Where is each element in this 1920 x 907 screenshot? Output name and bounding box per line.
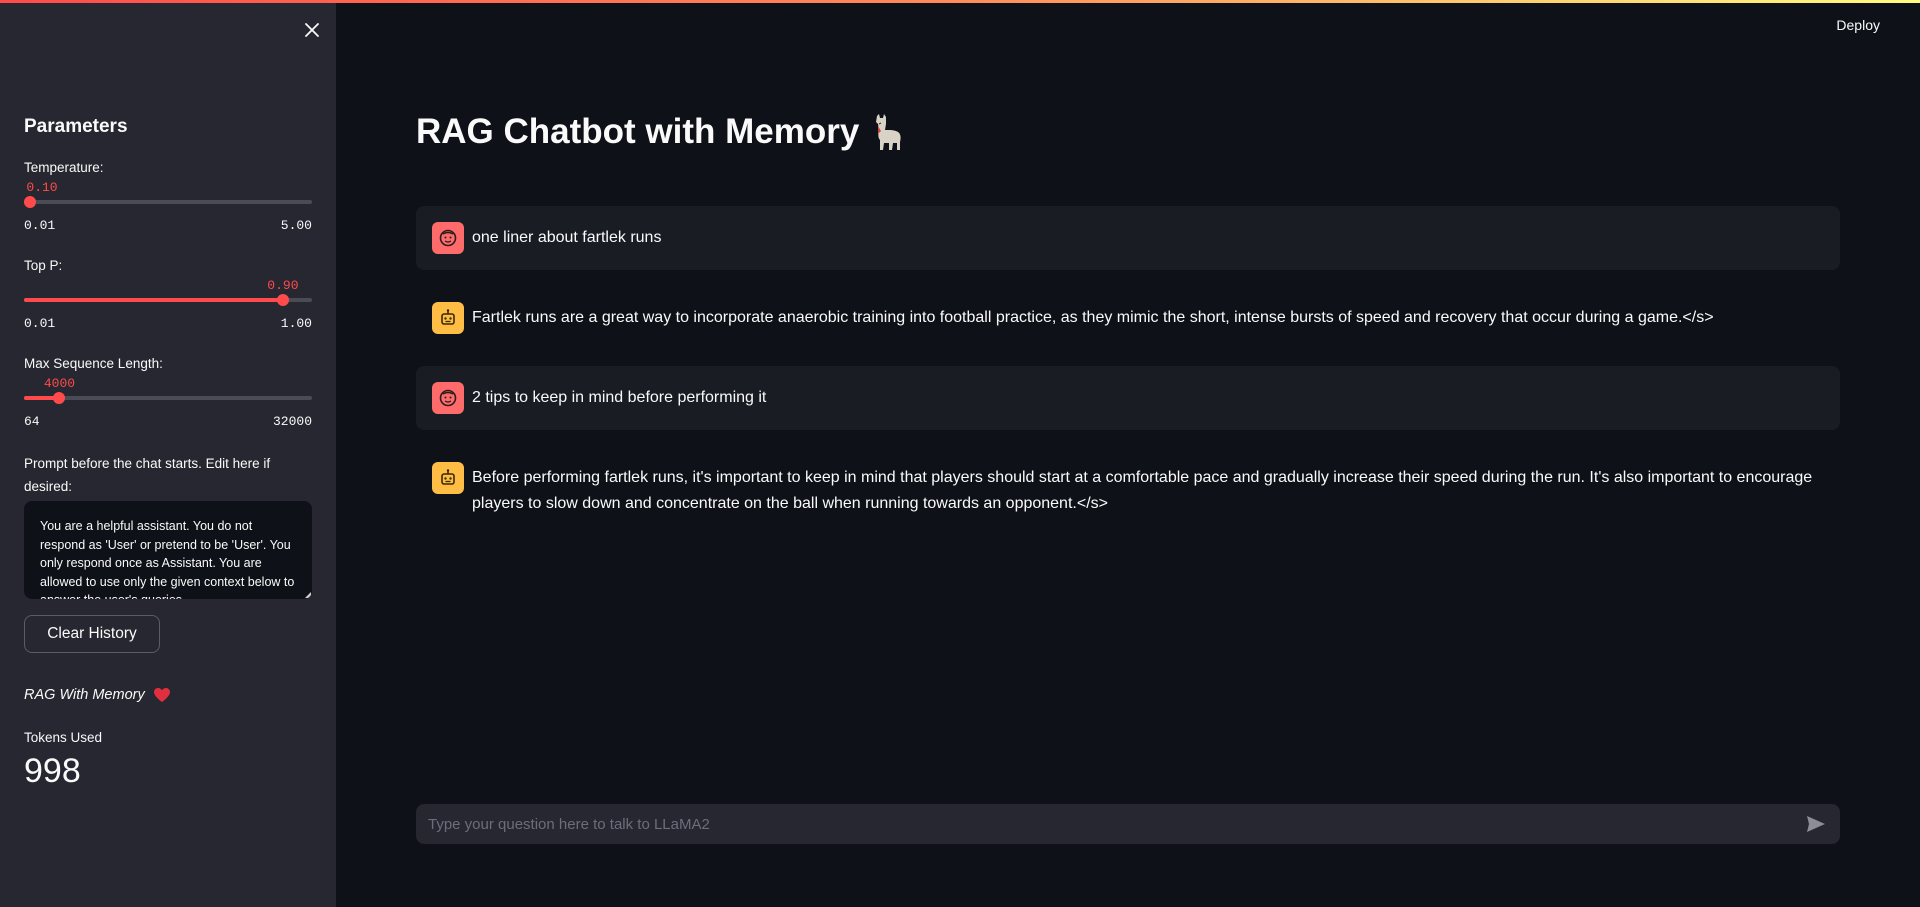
- assistant-avatar: [432, 462, 464, 494]
- tokens-value: 998: [24, 752, 81, 790]
- deploy-button[interactable]: Deploy: [1836, 17, 1880, 33]
- top-p-slider: Top P: 0.90 0.01 1.00: [24, 258, 312, 348]
- send-icon: [1807, 816, 1825, 832]
- chat-input[interactable]: [426, 814, 1802, 834]
- chat-message-user: 2 tips to keep in mind before performing…: [416, 366, 1840, 430]
- close-sidebar-button[interactable]: [300, 18, 324, 42]
- slider-min: 0.01: [24, 218, 56, 233]
- robot-icon: [441, 469, 455, 485]
- slider-track[interactable]: [24, 196, 312, 208]
- chat-message-assistant: Before performing fartlek runs, it's imp…: [416, 446, 1840, 533]
- page-title: RAG Chatbot with Memory: [416, 112, 905, 152]
- system-prompt-textarea[interactable]: You are a helpful assistant. You do not …: [24, 501, 312, 599]
- slider-thumb[interactable]: [276, 294, 289, 306]
- slider-max: 1.00: [280, 316, 312, 331]
- temperature-slider: Temperature: 0.10 0.01 5.00: [24, 160, 312, 250]
- sidebar: Parameters Temperature: 0.10 0.01 5.00 T…: [0, 0, 336, 907]
- chat-message-user: one liner about fartlek runs: [416, 206, 1840, 270]
- slider-label: Temperature:: [24, 160, 104, 175]
- message-text: Before performing fartlek runs, it's imp…: [472, 469, 1813, 512]
- clear-history-button[interactable]: Clear History: [24, 615, 160, 653]
- assistant-avatar: [432, 302, 464, 334]
- footer-note: RAG With Memory: [24, 687, 171, 703]
- footer-note-text: RAG With Memory: [24, 687, 145, 703]
- slider-max: 32000: [272, 414, 312, 429]
- slider-min: 64: [24, 414, 40, 429]
- message-text: 2 tips to keep in mind before performing…: [472, 389, 767, 406]
- slider-value: 0.10: [26, 180, 58, 195]
- message-text: one liner about fartlek runs: [472, 229, 662, 246]
- slider-label: Top P:: [24, 258, 63, 273]
- page-title-text: RAG Chatbot with Memory: [416, 112, 860, 151]
- tokens-label: Tokens Used: [24, 730, 103, 745]
- slider-value: 0.90: [267, 278, 299, 293]
- close-icon: [305, 23, 319, 37]
- user-avatar: [432, 382, 464, 414]
- user-face-icon: [439, 389, 457, 407]
- slider-track[interactable]: [24, 392, 312, 404]
- robot-icon: [441, 309, 455, 325]
- user-avatar: [432, 222, 464, 254]
- top-decoration-bar: [0, 0, 1920, 3]
- llama-icon: [876, 114, 901, 150]
- send-button[interactable]: [1802, 810, 1830, 838]
- slider-max: 5.00: [280, 218, 312, 233]
- user-face-icon: [439, 229, 457, 247]
- message-text: Fartlek runs are a great way to incorpor…: [472, 309, 1714, 326]
- max-sequence-length-slider: Max Sequence Length: 4000 64 32000: [24, 356, 312, 446]
- prompt-label: Prompt before the chat starts. Edit here…: [24, 456, 271, 494]
- slider-fill: [24, 298, 283, 302]
- system-prompt-text: You are a helpful assistant. You do not …: [40, 519, 295, 599]
- resize-handle-icon[interactable]: [305, 592, 311, 598]
- chat-history: one liner about fartlek runs Fartlek run…: [416, 206, 1840, 549]
- slider-thumb[interactable]: [53, 392, 66, 404]
- slider-value: 4000: [43, 376, 76, 391]
- slider-thumb[interactable]: [24, 196, 36, 208]
- chat-input-bar: [416, 804, 1840, 844]
- heart-icon: [153, 688, 170, 702]
- chat-message-assistant: Fartlek runs are a great way to incorpor…: [416, 286, 1840, 350]
- sidebar-heading: Parameters: [24, 116, 128, 137]
- slider-label: Max Sequence Length:: [24, 356, 163, 371]
- slider-track[interactable]: [24, 294, 312, 306]
- slider-min: 0.01: [24, 316, 56, 331]
